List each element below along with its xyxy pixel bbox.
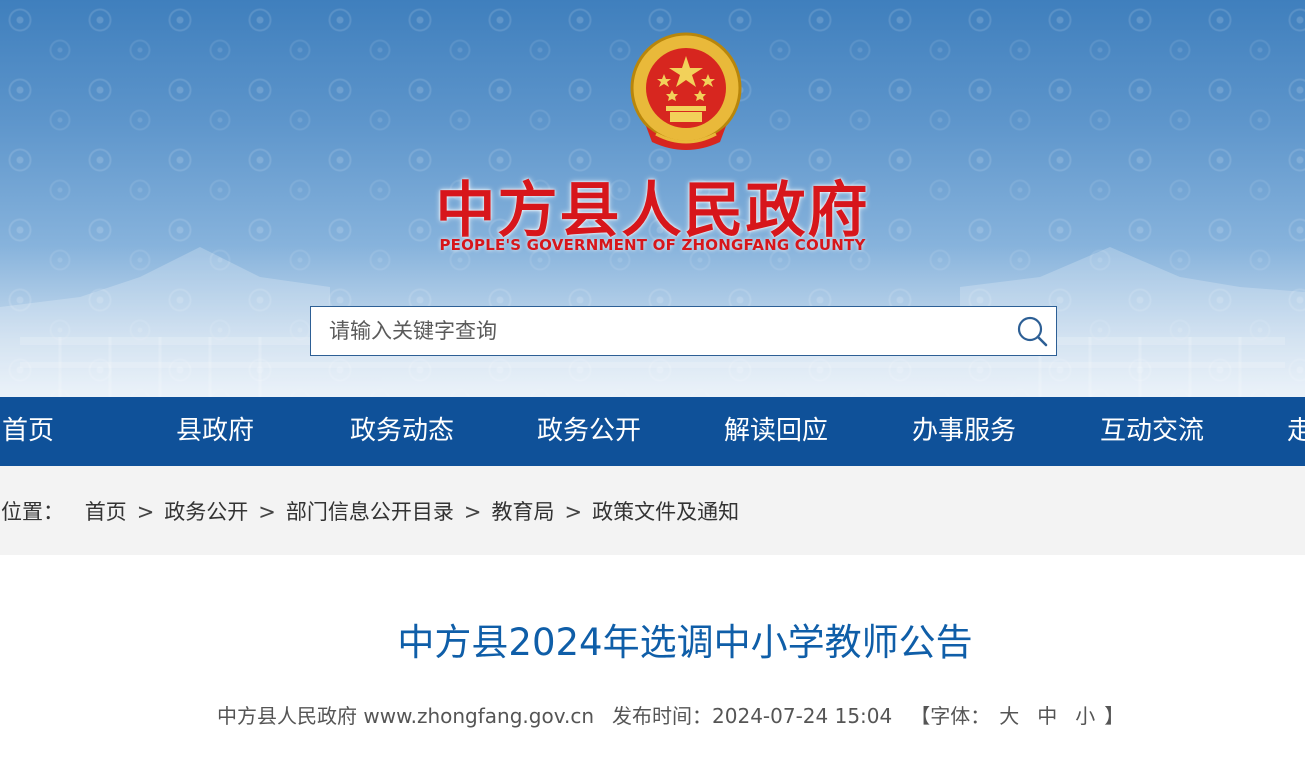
breadcrumb: 的位置： 首页 > 政务公开 > 部门信息公开目录 > 教育局 > 政策文件及通知: [0, 466, 739, 555]
breadcrumb-bar: 的位置： 首页 > 政务公开 > 部门信息公开目录 > 教育局 > 政策文件及通知: [0, 466, 1305, 555]
breadcrumb-separator: >: [564, 500, 583, 524]
nav-item-interpretation[interactable]: 解读回应: [724, 397, 828, 466]
nav-item-interaction[interactable]: 互动交流: [1100, 397, 1204, 466]
breadcrumb-separator: >: [258, 500, 276, 524]
breadcrumb-separator: >: [136, 500, 155, 524]
nav-item-government-news[interactable]: 政务动态: [350, 397, 454, 466]
breadcrumb-prefix: 的位置：: [0, 500, 64, 524]
article-meta: 中方县人民政府 www.zhongfang.gov.cn 发布时间：2024-07…: [217, 700, 1124, 729]
article-source: 中方县人民政府 www.zhongfang.gov.cn: [217, 704, 595, 728]
header-banner: 中方县人民政府 PEOPLE'S GOVERNMENT OF ZHONGFANG…: [0, 0, 1305, 397]
search-bar: [310, 306, 1057, 356]
search-input[interactable]: [311, 307, 1001, 355]
breadcrumb-item-affairs-open[interactable]: 政务公开: [164, 500, 248, 524]
nav-item-government-affairs-open[interactable]: 政务公开: [537, 397, 641, 466]
publish-time-label: 发布时间：: [612, 704, 713, 728]
nav-item-county-government[interactable]: 县政府: [176, 397, 254, 466]
search-icon[interactable]: [1014, 313, 1050, 349]
national-emblem-icon: [630, 32, 742, 150]
font-size-medium-button[interactable]: 中: [1037, 700, 1057, 729]
breadcrumb-item-policy-notices[interactable]: 政策文件及通知: [592, 500, 739, 524]
article-title: 中方县2024年选调中小学教师公告: [397, 621, 973, 664]
site-subtitle: PEOPLE'S GOVERNMENT OF ZHONGFANG COUNTY: [439, 236, 866, 254]
nav-item-home[interactable]: 首页: [2, 397, 54, 466]
font-size-large-button[interactable]: 大: [999, 700, 1019, 729]
breadcrumb-separator: >: [463, 500, 482, 524]
main-nav: 首页 县政府 政务动态 政务公开 解读回应 办事服务 互动交流 走: [0, 397, 1305, 466]
breadcrumb-item-home[interactable]: 首页: [85, 500, 127, 524]
font-size-close: 】: [1104, 704, 1125, 728]
nav-item-truncated[interactable]: 走: [1287, 397, 1305, 466]
nav-item-services[interactable]: 办事服务: [912, 397, 1016, 466]
font-size-small-button[interactable]: 小: [1075, 700, 1095, 729]
font-size-open: 【字体：: [910, 704, 991, 728]
publish-time: 2024-07-24 15:04: [712, 704, 893, 728]
breadcrumb-item-department-catalog[interactable]: 部门信息公开目录: [286, 500, 454, 524]
breadcrumb-item-education-bureau[interactable]: 教育局: [492, 500, 555, 524]
